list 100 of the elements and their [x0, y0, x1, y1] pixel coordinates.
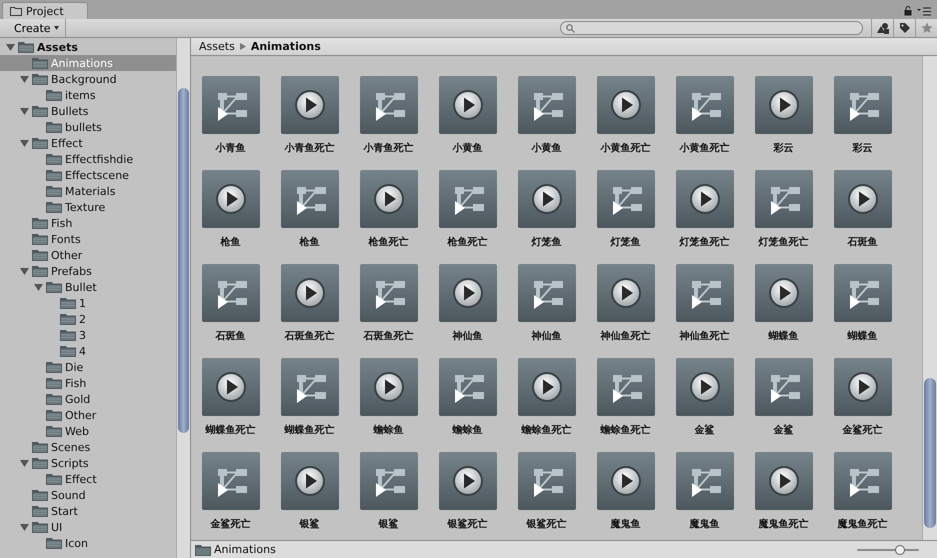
expand-arrow-icon[interactable] — [20, 74, 29, 84]
tree-item[interactable]: Web — [0, 423, 176, 439]
expand-arrow-icon[interactable] — [34, 282, 43, 292]
asset-item[interactable]: 枪鱼 — [270, 170, 349, 264]
asset-item[interactable]: 石斑鱼 — [823, 170, 902, 264]
tree-item[interactable]: UI — [0, 519, 176, 535]
asset-item[interactable]: 灯笼鱼 — [586, 170, 665, 264]
asset-item[interactable]: 金鲨死亡 — [823, 358, 902, 452]
tree-item[interactable]: Other — [0, 247, 176, 263]
expand-arrow-icon[interactable] — [20, 522, 29, 532]
asset-item[interactable]: 蝴蝶鱼死亡 — [191, 358, 270, 452]
folder-icon — [32, 73, 48, 85]
asset-item[interactable]: 蝴蝶鱼 — [744, 264, 823, 358]
asset-item[interactable]: 石斑鱼死亡 — [349, 264, 428, 358]
expand-arrow-icon[interactable] — [20, 138, 29, 148]
tree-item[interactable]: Effectfishdie — [0, 151, 176, 167]
play-clip-icon — [438, 264, 496, 322]
asset-item[interactable]: 小黄鱼死亡 — [586, 76, 665, 170]
tag-icon — [898, 22, 910, 34]
tree-item[interactable]: Bullets — [0, 103, 176, 119]
zoom-slider[interactable] — [857, 544, 919, 554]
tree-item[interactable]: 1 — [0, 295, 176, 311]
asset-item[interactable]: 银鲨 — [270, 452, 349, 540]
asset-item[interactable]: 灯笼鱼死亡 — [744, 170, 823, 264]
tree-item[interactable]: Sound — [0, 487, 176, 503]
folder-icon — [46, 409, 62, 421]
asset-item[interactable]: 神仙鱼 — [507, 264, 586, 358]
expand-arrow-icon[interactable] — [6, 42, 15, 52]
asset-item[interactable]: 灯笼鱼 — [507, 170, 586, 264]
asset-item[interactable]: 蟾蜍鱼死亡 — [507, 358, 586, 452]
asset-item[interactable]: 魔鬼鱼 — [586, 452, 665, 540]
tree-item[interactable]: Texture — [0, 199, 176, 215]
tree-item[interactable]: 4 — [0, 343, 176, 359]
asset-item[interactable]: 枪鱼 — [191, 170, 270, 264]
asset-item[interactable]: 小黄鱼死亡 — [665, 76, 744, 170]
tree-item[interactable]: Scenes — [0, 439, 176, 455]
asset-item[interactable]: 神仙鱼死亡 — [665, 264, 744, 358]
expand-arrow-icon[interactable] — [20, 106, 29, 116]
asset-item[interactable]: 神仙鱼 — [428, 264, 507, 358]
scrollbar[interactable] — [922, 56, 937, 540]
asset-item[interactable]: 石斑鱼 — [191, 264, 270, 358]
breadcrumb-item[interactable]: Assets — [199, 40, 235, 53]
tree-item[interactable]: Die — [0, 359, 176, 375]
tree-item[interactable]: Assets — [0, 39, 176, 55]
tree-item[interactable]: Gold — [0, 391, 176, 407]
tree-item[interactable]: 2 — [0, 311, 176, 327]
tree-item[interactable]: Scripts — [0, 455, 176, 471]
asset-item[interactable]: 银鲨 — [349, 452, 428, 540]
asset-item[interactable]: 金鲨死亡 — [191, 452, 270, 540]
asset-item[interactable]: 小黄鱼 — [507, 76, 586, 170]
expand-arrow-icon[interactable] — [20, 458, 29, 468]
asset-item[interactable]: 金鲨 — [665, 358, 744, 452]
asset-item[interactable]: 银鲨死亡 — [507, 452, 586, 540]
tree-item[interactable]: Other — [0, 407, 176, 423]
tree-item[interactable]: Effect — [0, 135, 176, 151]
asset-item[interactable]: 金鲨 — [744, 358, 823, 452]
tree-item[interactable]: Effectscene — [0, 167, 176, 183]
tree-item[interactable]: Materials — [0, 183, 176, 199]
asset-item[interactable]: 魔鬼鱼 — [665, 452, 744, 540]
tree-item[interactable]: items — [0, 87, 176, 103]
asset-item[interactable]: 枪鱼死亡 — [428, 170, 507, 264]
tree-item[interactable]: Fish — [0, 375, 176, 391]
expand-arrow-icon[interactable] — [20, 266, 29, 276]
asset-item[interactable]: 蟾蜍鱼 — [428, 358, 507, 452]
asset-item[interactable]: 小青鱼死亡 — [270, 76, 349, 170]
asset-item[interactable]: 枪鱼死亡 — [349, 170, 428, 264]
folder-icon — [32, 441, 48, 453]
tree-item[interactable]: Fonts — [0, 231, 176, 247]
tree-item[interactable]: Background — [0, 71, 176, 87]
tree-item[interactable]: Start — [0, 503, 176, 519]
asset-item[interactable]: 灯笼鱼死亡 — [665, 170, 744, 264]
tree-item[interactable]: Prefabs — [0, 263, 176, 279]
asset-item[interactable]: 石斑鱼死亡 — [270, 264, 349, 358]
asset-item[interactable]: 小青鱼死亡 — [349, 76, 428, 170]
menu-icon[interactable] — [917, 7, 931, 16]
asset-item[interactable]: 魔鬼鱼死亡 — [744, 452, 823, 540]
create-button[interactable]: Create — [0, 19, 66, 37]
asset-item[interactable]: 彩云 — [744, 76, 823, 170]
tree-item[interactable]: 3 — [0, 327, 176, 343]
asset-item[interactable]: 蝴蝶鱼死亡 — [270, 358, 349, 452]
tree-item[interactable]: Fish — [0, 215, 176, 231]
asset-item[interactable]: 银鲨死亡 — [428, 452, 507, 540]
asset-item[interactable]: 魔鬼鱼死亡 — [823, 452, 902, 540]
tree-item[interactable]: Bullet — [0, 279, 176, 295]
asset-item[interactable]: 蟾蜍鱼死亡 — [586, 358, 665, 452]
breadcrumb-item[interactable]: Animations — [250, 40, 321, 53]
tree-item[interactable]: Effect — [0, 471, 176, 487]
tree-item[interactable]: bullets — [0, 119, 176, 135]
lock-icon[interactable] — [904, 6, 912, 16]
asset-item[interactable]: 神仙鱼死亡 — [586, 264, 665, 358]
scrollbar[interactable] — [176, 38, 190, 558]
folder-icon — [32, 249, 48, 261]
asset-item[interactable]: 小青鱼 — [191, 76, 270, 170]
project-tab[interactable]: Project — [2, 2, 88, 19]
asset-item[interactable]: 彩云 — [823, 76, 902, 170]
tree-item[interactable]: Icon — [0, 535, 176, 551]
asset-item[interactable]: 蝴蝶鱼 — [823, 264, 902, 358]
asset-item[interactable]: 小黄鱼 — [428, 76, 507, 170]
asset-item[interactable]: 蟾蜍鱼 — [349, 358, 428, 452]
search-field[interactable] — [560, 21, 863, 35]
